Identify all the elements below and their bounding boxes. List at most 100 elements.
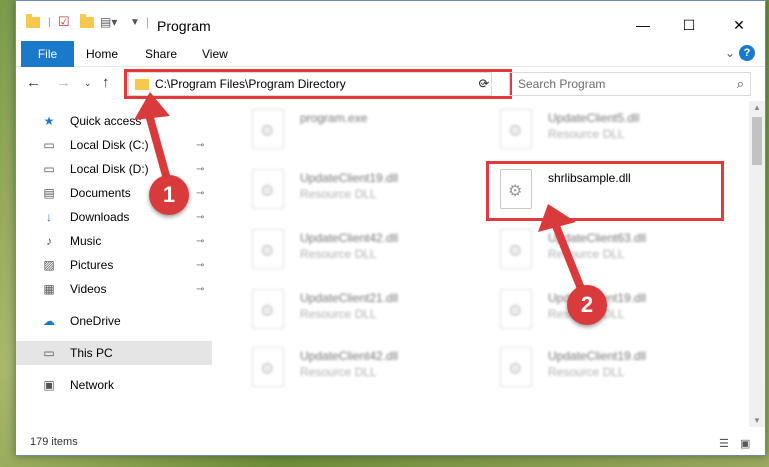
- file-name: UpdateClient42.dll: [300, 349, 399, 363]
- title-bar: | ☑ ▤▾ ▼ | Program — ☐ ✕: [16, 1, 765, 41]
- sidebar-item-label: Documents: [70, 186, 131, 200]
- sidebar-item-label: Videos: [70, 282, 107, 296]
- back-arrow-icon[interactable]: ←: [26, 74, 41, 91]
- navigation-bar: ← → ⌄ ↑ C:\Program Files\Program Directo…: [16, 68, 765, 100]
- sidebar-item[interactable]: ▭ Local Disk (D:) ⊸: [16, 157, 212, 181]
- sidebar-item-label: This PC: [70, 346, 113, 360]
- sidebar-item-icon: ▣: [43, 378, 55, 392]
- vertical-scrollbar[interactable]: ▲ ▼: [749, 101, 765, 427]
- sidebar-item[interactable]: ☁ OneDrive: [16, 309, 212, 333]
- sidebar-item[interactable]: ▭ Local Disk (C:) ⊸: [16, 133, 212, 157]
- window-title: Program: [157, 18, 211, 34]
- pin-icon[interactable]: ⊸: [196, 164, 204, 175]
- file-item[interactable]: UpdateClient42.dll Resource DLL: [242, 343, 482, 393]
- file-item[interactable]: UpdateClient19.dll Resource DLL: [490, 343, 730, 393]
- callout-badge-2: 2: [567, 285, 607, 325]
- sidebar-item-icon: ▭: [43, 162, 55, 176]
- file-item[interactable]: UpdateClient19.dllResource DLL: [490, 285, 730, 335]
- dll-file-icon: [252, 229, 284, 269]
- tab-home[interactable]: Home: [86, 47, 118, 61]
- ribbon-tabs: File Home Share View ⌄ ?: [16, 41, 765, 67]
- sidebar-item[interactable]: ★ Quick access: [16, 109, 212, 133]
- close-button[interactable]: ✕: [716, 10, 762, 40]
- pin-icon[interactable]: ⊸: [196, 188, 204, 199]
- large-icons-view-icon[interactable]: ▣: [740, 437, 754, 450]
- search-placeholder: Search Program: [518, 77, 606, 91]
- sidebar-item[interactable]: ▣ Network: [16, 373, 212, 397]
- sidebar-item-icon: ▨: [43, 258, 55, 272]
- sidebar-item-label: Local Disk (D:): [70, 162, 149, 176]
- sidebar-item-label: Local Disk (C:): [70, 138, 149, 152]
- file-type: Resource DLL: [548, 247, 625, 261]
- address-highlight-box: [124, 69, 512, 99]
- forward-arrow-icon[interactable]: →: [56, 74, 71, 91]
- scroll-up-icon[interactable]: ▲: [749, 103, 765, 112]
- sidebar-item-icon: ▤: [43, 186, 55, 200]
- sidebar-item[interactable]: ♪ Music ⊸: [16, 229, 212, 253]
- file-name: UpdateClient42.dll: [300, 231, 399, 245]
- minimize-button[interactable]: —: [620, 10, 666, 40]
- file-name: UpdateClient19.dll: [548, 349, 647, 363]
- file-highlight-box: [486, 161, 724, 221]
- dll-file-icon: [252, 289, 284, 329]
- status-bar: 179 items ☰ ▣: [16, 431, 765, 455]
- customize-toolbar-icon[interactable]: ▼: [130, 13, 140, 31]
- sidebar-item-label: Downloads: [70, 210, 130, 224]
- sidebar-item-icon: ♪: [46, 234, 52, 248]
- pin-icon[interactable]: ⊸: [196, 284, 204, 295]
- file-type: Resource DLL: [300, 247, 377, 261]
- tab-share[interactable]: Share: [145, 47, 177, 61]
- sidebar-item-icon: ↓: [46, 210, 52, 224]
- pin-icon[interactable]: ⊸: [196, 236, 204, 247]
- pin-icon[interactable]: ⊸: [196, 260, 204, 271]
- dll-file-icon: [252, 347, 284, 387]
- sidebar-item-icon: ▦: [43, 282, 55, 296]
- sidebar-item-label: Pictures: [70, 258, 114, 272]
- dll-file-icon: [500, 289, 532, 329]
- navigation-pane: ★ Quick access ▭ Local Disk (C:) ⊸ ▭ Local Dis…: [16, 101, 212, 431]
- sidebar-item[interactable]: ▦ Videos ⊸: [16, 277, 212, 301]
- file-type: Resource DLL: [548, 365, 625, 379]
- sidebar-item-label: Music: [70, 234, 102, 248]
- file-name: program.exe: [300, 111, 368, 125]
- help-icon[interactable]: ?: [739, 45, 755, 61]
- file-item[interactable]: UpdateClient5.dll Resource DLL: [490, 105, 730, 155]
- tab-view[interactable]: View: [202, 47, 228, 61]
- new-folder-icon[interactable]: [80, 13, 94, 31]
- sidebar-item[interactable]: ▭ This PC: [16, 341, 212, 365]
- file-type: Resource DLL: [300, 187, 377, 201]
- file-type: Resource DLL: [300, 307, 377, 321]
- sidebar-item[interactable]: ▨ Pictures ⊸: [16, 253, 212, 277]
- up-arrow-icon[interactable]: ↑: [102, 74, 110, 91]
- recent-locations-icon[interactable]: ⌄: [84, 78, 92, 89]
- details-view-icon[interactable]: ☰: [719, 437, 733, 450]
- pin-icon[interactable]: ⊸: [196, 140, 204, 151]
- search-input[interactable]: Search Program ⌕: [509, 72, 751, 96]
- sidebar-item-icon: ▭: [43, 138, 55, 152]
- maximize-button[interactable]: ☐: [666, 10, 712, 40]
- file-explorer-window: | ☑ ▤▾ ▼ | Program — ☐ ✕ File Home Share…: [15, 0, 766, 456]
- view-options-icon[interactable]: ▤▾: [100, 13, 117, 31]
- expand-ribbon-icon[interactable]: ⌄: [725, 46, 735, 60]
- sidebar-item-icon: ☁: [43, 314, 55, 328]
- file-type: Resource DLL: [300, 365, 377, 379]
- file-item[interactable]: UpdateClient42.dll Resource DLL: [242, 225, 482, 275]
- file-item[interactable]: UpdateClient63.dll Resource DLL: [490, 225, 730, 275]
- sidebar-item-label: OneDrive: [70, 314, 121, 328]
- scroll-thumb[interactable]: [752, 117, 762, 165]
- dll-file-icon: [500, 109, 532, 149]
- tab-file[interactable]: File: [21, 41, 74, 67]
- sidebar-item-label: Quick access: [70, 114, 142, 128]
- sidebar-item-icon: ▭: [43, 346, 55, 360]
- separator: |: [146, 15, 150, 29]
- pin-icon[interactable]: ⊸: [196, 212, 204, 223]
- exe-file-icon: [252, 109, 284, 149]
- file-name: UpdateClient63.dll: [548, 231, 647, 245]
- scroll-down-icon[interactable]: ▼: [749, 416, 765, 425]
- folder-icon: [26, 13, 40, 31]
- file-item[interactable]: UpdateClient19.dllResource DLL: [242, 165, 482, 215]
- file-item[interactable]: UpdateClient21.dll Resource DLL: [242, 285, 482, 335]
- properties-icon[interactable]: ☑: [58, 13, 70, 31]
- separator: |: [48, 16, 51, 28]
- file-item[interactable]: program.exe: [242, 105, 482, 155]
